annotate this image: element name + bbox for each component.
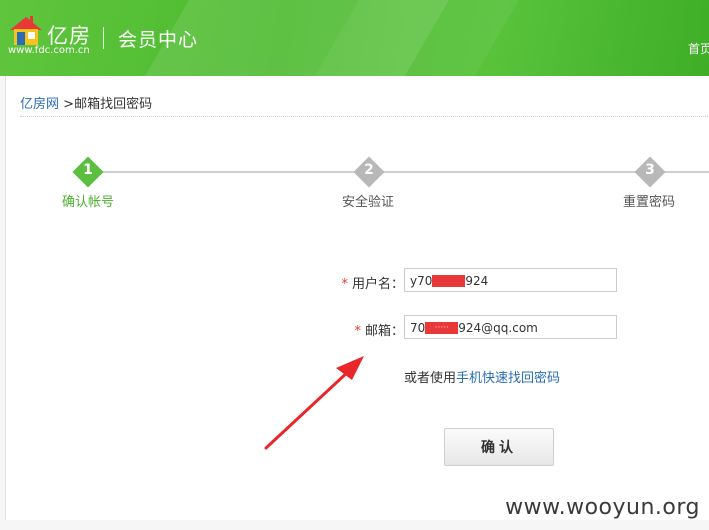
email-label: 邮箱： — [364, 324, 404, 339]
username-value-suffix: 924 — [465, 274, 489, 288]
breadcrumb-current: 邮箱找回密码 — [74, 97, 153, 112]
breadcrumb: 亿房网 >邮箱找回密码 — [20, 93, 152, 112]
username-value-prefix: y70 — [410, 274, 433, 288]
site-header: 亿房 www.fdc.com.cn 会员中心 首页 — [0, 0, 709, 76]
email-input[interactable]: 70 ····· 924@qq.com — [404, 315, 617, 339]
username-required-mark: * — [341, 277, 348, 292]
step-2-label: 安全验证 — [341, 195, 394, 210]
username-redaction — [432, 274, 466, 287]
email-required-mark: * — [354, 324, 361, 339]
breadcrumb-divider — [20, 116, 709, 117]
step-1-number: 1 — [83, 162, 93, 178]
breadcrumb-separator: > — [63, 97, 75, 112]
email-redaction: ····· — [425, 321, 459, 334]
username-label-group: * 用户名： — [341, 273, 404, 292]
email-label-group: * 邮箱： — [354, 320, 404, 339]
step-3-label: 重置密码 — [622, 195, 675, 210]
house-logo-icon[interactable] — [8, 15, 44, 47]
step-1-label: 确认帐号 — [61, 195, 114, 210]
step-connector-2 — [383, 171, 638, 173]
username-label: 用户名： — [351, 277, 404, 292]
breadcrumb-home-link[interactable]: 亿房网 — [20, 97, 59, 112]
email-value-prefix: 70 — [410, 321, 426, 335]
logo-url: www.fdc.com.cn — [8, 45, 90, 56]
step-connector-3 — [663, 171, 709, 173]
nav-home-link[interactable]: 首页 — [688, 40, 709, 57]
header-divider — [103, 27, 104, 49]
username-input[interactable]: y70 924 — [404, 268, 617, 292]
phone-recovery-link[interactable]: 手机快速找回密码 — [456, 371, 560, 386]
alternative-prefix: 或者使用 — [404, 371, 457, 386]
step-3-number: 3 — [645, 162, 655, 178]
member-center-title: 会员中心 — [118, 29, 199, 51]
alternative-recovery-text: 或者使用手机快速找回密码 — [404, 367, 560, 386]
step-2-number: 2 — [364, 162, 374, 178]
email-value-suffix: 924@qq.com — [458, 321, 538, 335]
watermark-text: www.wooyun.org — [505, 495, 700, 520]
step-connector-1 — [102, 171, 357, 173]
confirm-button[interactable]: 确认 — [444, 428, 554, 466]
content-panel: 亿房网 >邮箱找回密码 1 确认帐号 2 安全验证 3 重置密码 * 用户名： y… — [5, 76, 709, 520]
